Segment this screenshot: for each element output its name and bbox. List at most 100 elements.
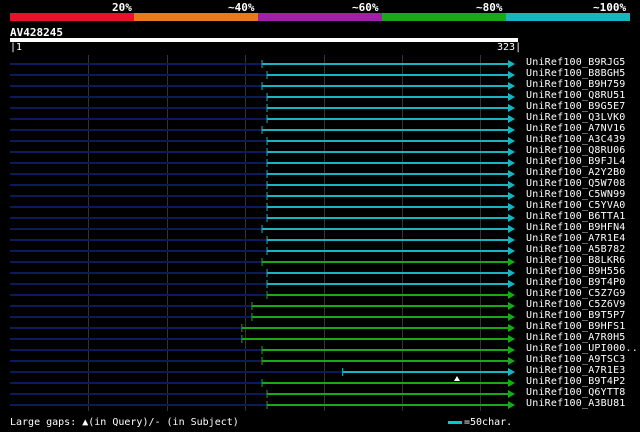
hit-arrow-icon (508, 225, 515, 233)
hit-label[interactable]: UniRef100_B9T5P7 (526, 310, 626, 321)
hit-label[interactable]: UniRef100_B6TTA1 (526, 211, 626, 222)
hit-row[interactable] (10, 247, 515, 255)
hit-label[interactable]: UniRef100_C5Z6V9 (526, 299, 626, 310)
hit-label[interactable]: UniRef100_B9T4P0 (526, 277, 626, 288)
hit-arrow-icon (508, 269, 515, 277)
hit-label[interactable]: UniRef100_B9H759 (526, 79, 626, 90)
hit-row[interactable] (10, 357, 515, 365)
hit-label[interactable]: UniRef100_C5WN99 (526, 189, 626, 200)
hit-row[interactable] (10, 225, 515, 233)
hit-label[interactable]: UniRef100_A7R1E3 (526, 365, 626, 376)
hit-row[interactable] (10, 390, 515, 398)
hit-label[interactable]: UniRef100_A3BU81 (526, 398, 626, 409)
hit-arrow-icon (508, 82, 515, 90)
hit-row[interactable] (10, 170, 515, 178)
hit-arrow-icon (508, 247, 515, 255)
scale-label: =50char. (464, 417, 513, 428)
hit-arrow-icon (508, 192, 515, 200)
hit-arrow-icon (508, 368, 515, 376)
hit-arrow-icon (508, 104, 515, 112)
hit-label[interactable]: UniRef100_C5Z7G9 (526, 288, 626, 299)
gaps-legend: Large gaps: ▲(in Query)/- (in Subject) (10, 417, 239, 428)
hit-row[interactable] (10, 346, 515, 354)
hit-row[interactable] (10, 126, 515, 134)
hit-arrow-icon (508, 346, 515, 354)
hit-label[interactable]: UniRef100_A7R0H5 (526, 332, 626, 343)
hit-label[interactable]: UniRef100_A7NV16 (526, 123, 626, 134)
hit-row[interactable] (10, 203, 515, 211)
hit-label[interactable]: UniRef100_Q6YTT8 (526, 387, 626, 398)
hit-arrow-icon (508, 148, 515, 156)
hit-arrow-icon (508, 357, 515, 365)
hit-label[interactable]: UniRef100_B8BGH5 (526, 68, 626, 79)
hit-row[interactable] (10, 335, 515, 343)
hit-label[interactable]: UniRef100_B9FJL4 (526, 156, 626, 167)
hit-label[interactable]: UniRef100_B8LKR6 (526, 255, 626, 266)
hit-row[interactable] (10, 291, 515, 299)
hit-row[interactable] (10, 93, 515, 101)
hit-arrow-icon (508, 313, 515, 321)
hit-row[interactable] (10, 269, 515, 277)
hit-row[interactable] (10, 159, 515, 167)
scale-legend: =50char. (448, 417, 512, 428)
hit-label[interactable]: UniRef100_Q8RU06 (526, 145, 626, 156)
hit-label[interactable]: UniRef100_Q8RU51 (526, 90, 626, 101)
hit-arrow-icon (508, 280, 515, 288)
hit-label[interactable]: UniRef100_C5YVA0 (526, 200, 626, 211)
hit-arrow-icon (508, 302, 515, 310)
hit-arrow-icon (508, 60, 515, 68)
hit-row[interactable] (10, 324, 515, 332)
hit-row[interactable] (10, 368, 515, 376)
hit-label[interactable]: UniRef100_B9RJG5 (526, 57, 626, 68)
hit-row[interactable] (10, 280, 515, 288)
query-gap-marker-icon (454, 376, 460, 381)
hit-arrow-icon (508, 214, 515, 222)
hit-arrow-icon (508, 170, 515, 178)
hit-label[interactable]: UniRef100_A2Y2B0 (526, 167, 626, 178)
hit-label[interactable]: UniRef100_B9HFS1 (526, 321, 626, 332)
hit-arrow-icon (508, 401, 515, 409)
hit-row[interactable] (10, 236, 515, 244)
hit-arrow-icon (508, 291, 515, 299)
scale-bar-icon (448, 421, 462, 424)
hit-arrow-icon (508, 258, 515, 266)
hit-label[interactable]: UniRef100_A5B782 (526, 244, 626, 255)
hit-label[interactable]: UniRef100_B9H556 (526, 266, 626, 277)
hit-label[interactable]: UniRef100_A7R1E4 (526, 233, 626, 244)
hit-label[interactable]: UniRef100_B9G5E7 (526, 101, 626, 112)
hit-arrow-icon (508, 181, 515, 189)
hit-row[interactable] (10, 192, 515, 200)
hit-label[interactable]: UniRef100_A3C439 (526, 134, 626, 145)
hit-row[interactable] (10, 104, 515, 112)
hit-arrow-icon (508, 159, 515, 167)
hit-arrow-icon (508, 137, 515, 145)
hit-arrow-icon (508, 115, 515, 123)
hit-label[interactable]: UniRef100_UPI000.. (526, 343, 638, 354)
hit-row[interactable] (10, 115, 515, 123)
hit-row[interactable] (10, 71, 515, 79)
hit-row[interactable] (10, 302, 515, 310)
hit-row[interactable] (10, 148, 515, 156)
hit-arrow-icon (508, 93, 515, 101)
hit-arrow-icon (508, 126, 515, 134)
hit-arrow-icon (508, 324, 515, 332)
hit-label[interactable]: UniRef100_B9HFN4 (526, 222, 626, 233)
hit-row[interactable] (10, 82, 515, 90)
hit-label[interactable]: UniRef100_Q5W708 (526, 178, 626, 189)
hit-row[interactable] (10, 313, 515, 321)
hit-label[interactable]: UniRef100_B9T4P2 (526, 376, 626, 387)
hit-arrow-icon (508, 379, 515, 387)
hit-arrow-icon (508, 335, 515, 343)
hit-label[interactable]: UniRef100_Q3LVK0 (526, 112, 626, 123)
hit-arrow-icon (508, 390, 515, 398)
hit-row[interactable] (10, 214, 515, 222)
hit-row[interactable] (10, 60, 515, 68)
hit-arrow-icon (508, 236, 515, 244)
hit-row[interactable] (10, 181, 515, 189)
hit-label[interactable]: UniRef100_A9TSC3 (526, 354, 626, 365)
hit-row[interactable] (10, 137, 515, 145)
hit-row[interactable] (10, 258, 515, 266)
hit-arrow-icon (508, 71, 515, 79)
hit-row[interactable] (10, 401, 515, 409)
hit-row[interactable] (10, 379, 515, 387)
